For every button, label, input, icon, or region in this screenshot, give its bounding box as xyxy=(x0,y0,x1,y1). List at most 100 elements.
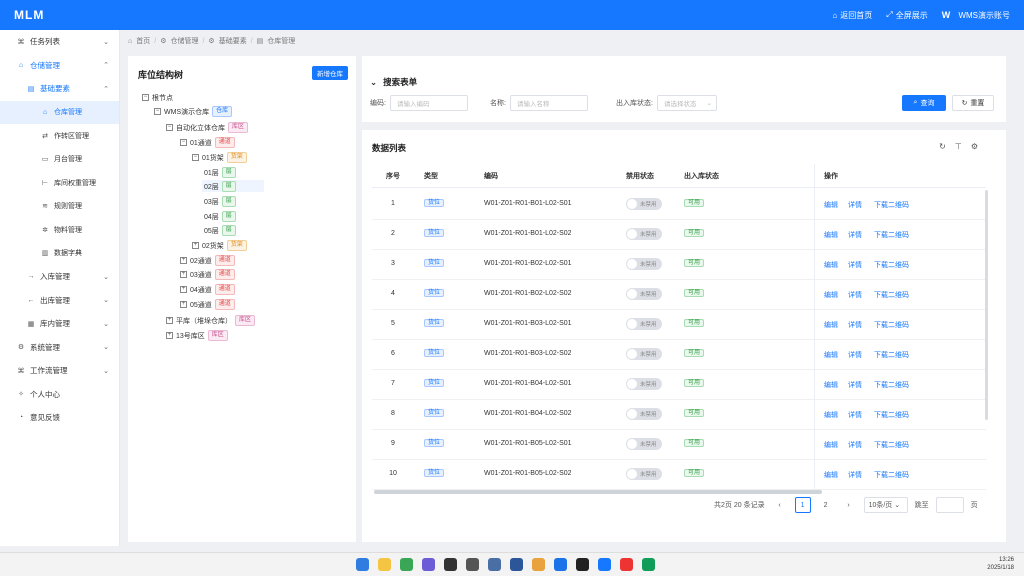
collapse-icon[interactable]: − xyxy=(180,139,187,146)
download-qr-link[interactable]: 下载二维码 xyxy=(874,380,909,390)
detail-link[interactable]: 详情 xyxy=(848,290,862,300)
detail-link[interactable]: 详情 xyxy=(848,410,862,420)
disable-switch[interactable]: 未禁用 xyxy=(626,378,662,390)
disable-switch[interactable]: 未禁用 xyxy=(626,318,662,330)
windows-start-icon[interactable] xyxy=(356,558,369,571)
page-2-button[interactable]: 2 xyxy=(818,497,834,513)
disable-switch[interactable]: 未禁用 xyxy=(626,198,662,210)
tree-node-root[interactable]: − 根节点 xyxy=(142,91,173,104)
download-qr-link[interactable]: 下载二维码 xyxy=(874,440,909,450)
tree-node-layer-01[interactable]: 01层层 xyxy=(204,166,236,179)
app-icon[interactable] xyxy=(466,558,479,571)
sidebar-item-profile[interactable]: ✧ 个人中心 xyxy=(0,383,119,407)
breadcrumb-home[interactable]: 首页 xyxy=(136,36,150,46)
page-size-select[interactable]: 10条/页 ⌄ xyxy=(863,497,908,513)
breadcrumb-warehousing[interactable]: 仓储管理 xyxy=(170,36,198,46)
app-logo[interactable]: MLM xyxy=(14,8,44,22)
expand-icon[interactable]: + xyxy=(166,317,173,324)
sidebar-item-tasks[interactable]: ⌘ 任务列表 ⌄ xyxy=(0,30,119,54)
edit-link[interactable]: 编辑 xyxy=(824,410,838,420)
reset-button[interactable]: ↻ 重置 xyxy=(952,95,994,111)
download-qr-link[interactable]: 下载二维码 xyxy=(874,350,909,360)
detail-link[interactable]: 详情 xyxy=(848,200,862,210)
tree-node-layer-04[interactable]: 04层层 xyxy=(204,210,236,223)
tree-node-auto-zone[interactable]: − 自动化立体仓库 库区 xyxy=(166,121,249,134)
fullscreen-button[interactable]: ⤢ 全屏展示 xyxy=(886,10,927,21)
expand-icon[interactable]: + xyxy=(180,286,187,293)
query-button[interactable]: ⌕ 查询 xyxy=(902,95,946,111)
expand-icon[interactable]: + xyxy=(166,332,173,339)
word-icon[interactable] xyxy=(510,558,523,571)
detail-link[interactable]: 详情 xyxy=(848,470,862,480)
terminal-icon[interactable] xyxy=(444,558,457,571)
file-explorer-icon[interactable] xyxy=(378,558,391,571)
mail-icon[interactable] xyxy=(554,558,567,571)
search-form-title[interactable]: ⌄ 搜索表单 xyxy=(370,76,417,88)
tree-node-layer-05[interactable]: 05层层 xyxy=(204,224,236,237)
download-qr-link[interactable]: 下载二维码 xyxy=(874,470,909,480)
refresh-icon[interactable]: ↻ xyxy=(939,142,946,151)
edge-icon[interactable] xyxy=(642,558,655,571)
detail-link[interactable]: 详情 xyxy=(848,320,862,330)
download-qr-link[interactable]: 下载二维码 xyxy=(874,290,909,300)
detail-link[interactable]: 详情 xyxy=(848,440,862,450)
horizontal-scrollbar[interactable] xyxy=(374,490,822,494)
tree-node-lane-01[interactable]: −01通道 通道 xyxy=(180,136,235,149)
edit-link[interactable]: 编辑 xyxy=(824,350,838,360)
tree-node-shelf-02[interactable]: +02货架 货架 xyxy=(192,239,247,252)
page-1-button[interactable]: 1 xyxy=(794,497,811,513)
status-select[interactable]: 请选择状态 ⌄ xyxy=(656,95,717,111)
edit-link[interactable]: 编辑 xyxy=(824,200,838,210)
app-icon[interactable] xyxy=(422,558,435,571)
detail-link[interactable]: 详情 xyxy=(848,230,862,240)
sidebar-item-workflow[interactable]: ⌘ 工作流管理 ⌄ xyxy=(0,359,119,383)
density-icon[interactable]: ⊤ xyxy=(955,142,962,151)
disable-switch[interactable]: 未禁用 xyxy=(626,228,662,240)
download-qr-link[interactable]: 下载二维码 xyxy=(874,260,909,270)
clock[interactable]: 13:26 2025/1/18 xyxy=(987,556,1014,572)
edit-link[interactable]: 编辑 xyxy=(824,290,838,300)
sidebar-item-materials[interactable]: ✲ 物料管理 xyxy=(0,218,119,242)
breadcrumb-basics[interactable]: 基础要素 xyxy=(219,36,247,46)
disable-switch[interactable]: 未禁用 xyxy=(626,258,662,270)
vertical-scrollbar[interactable] xyxy=(985,190,988,420)
app-icon[interactable] xyxy=(532,558,545,571)
app-icon[interactable] xyxy=(488,558,501,571)
sidebar-item-rules[interactable]: ≋ 规则管理 xyxy=(0,195,119,219)
sidebar-item-inbound[interactable]: → 入库管理 ⌄ xyxy=(0,265,119,289)
disable-switch[interactable]: 未禁用 xyxy=(626,408,662,420)
browser-icon[interactable] xyxy=(400,558,413,571)
collapse-icon[interactable]: − xyxy=(192,154,199,161)
account-menu[interactable]: W WMS演示账号 xyxy=(942,10,1010,21)
tree-node-warehouse[interactable]: − WMS演示仓库 仓库 xyxy=(154,105,233,118)
tree-node-lane-03[interactable]: +03通道 通道 xyxy=(180,268,235,281)
sidebar-item-feedback[interactable]: ◔ 意见反馈 xyxy=(0,406,119,430)
detail-link[interactable]: 详情 xyxy=(848,260,862,270)
sidebar-item-basics[interactable]: ▤ 基础要素 ⌃ xyxy=(0,77,119,101)
detail-link[interactable]: 详情 xyxy=(848,350,862,360)
app-icon[interactable] xyxy=(598,558,611,571)
sidebar-item-transfer-zone[interactable]: ⇄ 作转区管理 xyxy=(0,124,119,148)
tree-node-flat-zone[interactable]: + 平库（堆垛仓库） 库区 xyxy=(166,314,256,327)
edit-link[interactable]: 编辑 xyxy=(824,230,838,240)
collapse-icon[interactable]: − xyxy=(142,94,149,101)
edit-link[interactable]: 编辑 xyxy=(824,440,838,450)
qq-icon[interactable] xyxy=(576,558,589,571)
sidebar-item-warehouse-mgmt[interactable]: ⌂ 仓库管理 xyxy=(0,100,119,124)
download-qr-link[interactable]: 下载二维码 xyxy=(874,230,909,240)
back-home-button[interactable]: ⌂ 返回首页 xyxy=(832,10,872,21)
download-qr-link[interactable]: 下载二维码 xyxy=(874,320,909,330)
tree-node-lane-04[interactable]: +04通道 通道 xyxy=(180,283,235,296)
edit-link[interactable]: 编辑 xyxy=(824,380,838,390)
detail-link[interactable]: 详情 xyxy=(848,380,862,390)
disable-switch[interactable]: 未禁用 xyxy=(626,288,662,300)
edit-link[interactable]: 编辑 xyxy=(824,320,838,330)
disable-switch[interactable]: 未禁用 xyxy=(626,468,662,480)
sidebar-item-outbound[interactable]: ← 出库管理 ⌄ xyxy=(0,289,119,313)
tree-node-zone-13[interactable]: +13号库区 库区 xyxy=(166,329,228,342)
sidebar-item-inventory[interactable]: ▦ 库内管理 ⌄ xyxy=(0,312,119,336)
sidebar-item-dictionary[interactable]: ▥ 数据字典 xyxy=(0,242,119,266)
expand-icon[interactable]: + xyxy=(180,257,187,264)
prev-page-button[interactable]: ‹ xyxy=(772,497,788,513)
recorder-icon[interactable] xyxy=(620,558,633,571)
